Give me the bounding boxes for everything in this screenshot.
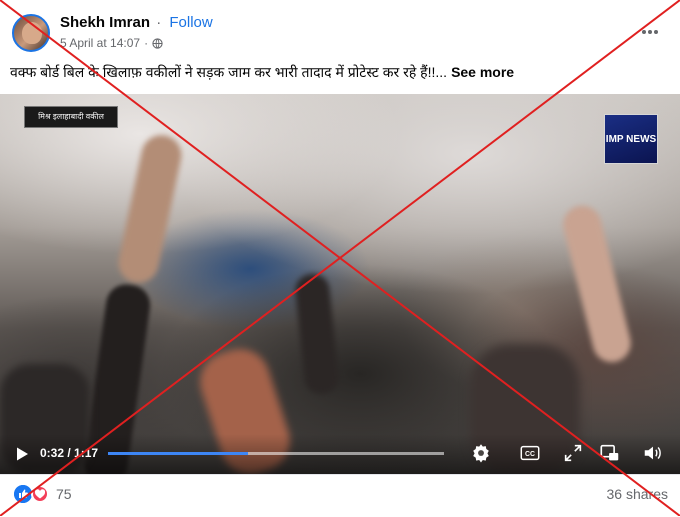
video-time: 0:32 / 1:17 [40, 446, 98, 460]
caption-text: वक्फ बोर्ड बिल के खिलाफ़ वकीलों ने सड़क … [10, 64, 448, 80]
love-icon[interactable] [31, 485, 49, 503]
post-header: Shekh Imran · Follow 5 April at 14:07 · [0, 0, 680, 58]
reaction-count[interactable]: 75 [56, 486, 72, 502]
progress-fill [108, 452, 248, 455]
video-controls: 0:32 / 1:17 CC [0, 434, 680, 474]
duration: 1:17 [74, 446, 99, 460]
post-meta: 5 April at 14:07 · [60, 36, 163, 50]
captions-icon[interactable]: CC [519, 442, 541, 464]
author-line: Shekh Imran · Follow [60, 14, 213, 31]
fullscreen-icon[interactable] [562, 442, 584, 464]
progress-bar[interactable] [108, 452, 444, 455]
current-time: 0:32 [40, 446, 65, 460]
separator-dot: · [156, 14, 162, 31]
volume-icon[interactable] [642, 442, 664, 464]
svg-text:CC: CC [525, 451, 535, 458]
like-icon[interactable] [14, 485, 32, 503]
post-footer: 75 36 shares [0, 474, 680, 517]
shares-count[interactable]: 36 shares [607, 486, 668, 502]
follow-button[interactable]: Follow [169, 14, 212, 31]
globe-icon [152, 37, 163, 49]
play-icon[interactable] [14, 446, 30, 462]
author-avatar[interactable] [12, 14, 50, 52]
settings-icon[interactable] [470, 442, 492, 464]
picture-in-picture-icon[interactable] [599, 442, 621, 464]
time-separator: / [64, 446, 75, 460]
author-name[interactable]: Shekh Imran [60, 14, 150, 31]
see-more-link[interactable]: See more [451, 64, 514, 80]
post-timestamp[interactable]: 5 April at 14:07 [60, 36, 140, 50]
more-options-icon[interactable] [636, 24, 664, 40]
post-caption: वक्फ बोर्ड बिल के खिलाफ़ वकीलों ने सड़क … [10, 62, 514, 82]
channel-logo: IMP NEWS [604, 114, 658, 164]
video-player[interactable]: मिश्र इलाहाबादी वकील IMP NEWS 0:32 / 1:1… [0, 94, 680, 474]
video-overlay-tag: मिश्र इलाहाबादी वकील [24, 106, 118, 128]
separator-dot: · [144, 36, 149, 50]
